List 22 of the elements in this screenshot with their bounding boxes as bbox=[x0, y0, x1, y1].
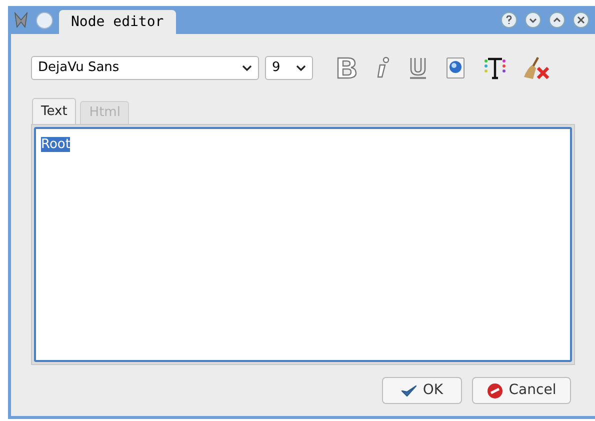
app-icon[interactable] bbox=[12, 11, 30, 29]
close-icon[interactable] bbox=[573, 12, 589, 28]
editor-text: Root bbox=[41, 137, 70, 152]
color-icon[interactable] bbox=[445, 55, 467, 81]
check-icon bbox=[400, 384, 417, 398]
help-icon[interactable] bbox=[501, 12, 517, 28]
ok-button[interactable]: OK bbox=[382, 377, 462, 404]
cancel-icon bbox=[486, 382, 503, 398]
caret-icon bbox=[296, 64, 306, 72]
underline-icon[interactable] bbox=[407, 55, 429, 81]
tab[interactable]: Text bbox=[32, 98, 76, 124]
size-dropdown[interactable]: 9 bbox=[265, 56, 313, 80]
text-style-icon[interactable] bbox=[483, 55, 507, 81]
minimize-icon[interactable] bbox=[525, 12, 541, 28]
cancel-button[interactable]: Cancel bbox=[472, 377, 571, 404]
bold-icon[interactable] bbox=[335, 55, 359, 81]
clear-format-icon[interactable] bbox=[523, 55, 551, 81]
maximize-icon[interactable] bbox=[549, 12, 565, 28]
text-editor[interactable]: Root bbox=[34, 127, 572, 362]
caret-icon bbox=[242, 64, 252, 72]
window-title: Node editor bbox=[59, 10, 176, 34]
font-dropdown[interactable]: DejaVu Sans bbox=[31, 56, 259, 80]
